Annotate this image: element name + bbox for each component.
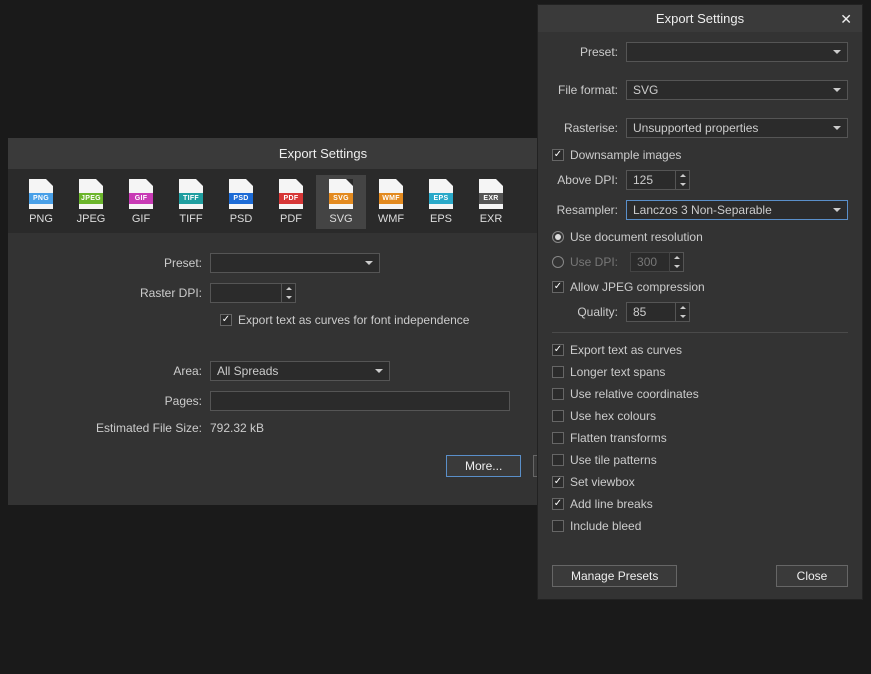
area-label: Area: [20,364,210,378]
format-label: TIFF [179,213,202,225]
format-label: EXR [480,213,503,225]
quality-label: Quality: [552,305,626,319]
format-label: PDF [280,213,302,225]
format-item-psd[interactable]: PSD PSD [216,175,266,229]
pages-label: Pages: [20,394,210,408]
above-dpi-input[interactable]: 125 [626,170,676,190]
pages-input[interactable] [210,391,510,411]
resampler-select[interactable]: Lanczos 3 Non-Separable [626,200,848,220]
set-viewbox-label: Set viewbox [570,475,635,489]
above-dpi-label: Above DPI: [552,173,626,187]
file-type-icon: SVG [329,179,353,209]
file-type-icon: PDF [279,179,303,209]
export-text-curves-label: Export text as curves [570,343,682,357]
divider [552,332,848,333]
format-label: JPEG [77,213,106,225]
allow-jpeg-label: Allow JPEG compression [570,280,705,294]
export-settings-advanced-dialog: Export Settings ✕ Preset: File format: S… [537,4,863,600]
file-type-icon: GIF [129,179,153,209]
format-item-gif[interactable]: GIF GIF [116,175,166,229]
raster-dpi-label: Raster DPI: [20,286,210,300]
preset-label: Preset: [552,45,626,59]
quality-input[interactable]: 85 [626,302,676,322]
flatten-transforms-label: Flatten transforms [570,431,667,445]
rasterise-label: Rasterise: [552,121,626,135]
longer-text-spans-checkbox[interactable] [552,366,564,378]
rasterise-value: Unsupported properties [633,121,758,135]
file-type-icon: JPEG [79,179,103,209]
format-label: PSD [230,213,253,225]
line-breaks-checkbox[interactable] [552,498,564,510]
area-select[interactable]: All Spreads [210,361,390,381]
file-type-icon: TIFF [179,179,203,209]
tile-patterns-label: Use tile patterns [570,453,657,467]
format-label: PNG [29,213,53,225]
relative-coords-label: Use relative coordinates [570,387,699,401]
include-bleed-label: Include bleed [570,519,641,533]
use-dpi-radio[interactable] [552,256,564,268]
hex-colours-checkbox[interactable] [552,410,564,422]
include-bleed-checkbox[interactable] [552,520,564,532]
preset-select[interactable] [626,42,848,62]
file-type-icon: PNG [29,179,53,209]
format-item-tiff[interactable]: TIFF TIFF [166,175,216,229]
use-dpi-stepper [670,252,684,272]
file-type-icon: PSD [229,179,253,209]
resampler-label: Resampler: [552,203,626,217]
above-dpi-value: 125 [633,173,653,187]
close-button[interactable]: Close [776,565,848,587]
file-type-icon: EXR [479,179,503,209]
export-text-curves-checkbox[interactable] [220,314,232,326]
format-label: SVG [329,213,352,225]
export-text-curves-label: Export text as curves for font independe… [238,313,469,327]
file-format-value: SVG [633,83,658,97]
use-document-resolution-radio[interactable] [552,231,564,243]
format-item-jpeg[interactable]: JPEG JPEG [66,175,116,229]
use-dpi-label: Use DPI: [570,255,618,269]
format-label: EPS [430,213,452,225]
tile-patterns-checkbox[interactable] [552,454,564,466]
dialog-title: Export Settings ✕ [538,5,862,32]
format-item-wmf[interactable]: WMF WMF [366,175,416,229]
set-viewbox-checkbox[interactable] [552,476,564,488]
format-item-pdf[interactable]: PDF PDF [266,175,316,229]
flatten-transforms-checkbox[interactable] [552,432,564,444]
format-item-png[interactable]: PNG PNG [16,175,66,229]
file-format-label: File format: [552,83,626,97]
file-type-icon: WMF [379,179,403,209]
format-label: WMF [378,213,404,225]
line-breaks-label: Add line breaks [570,497,653,511]
format-item-eps[interactable]: EPS EPS [416,175,466,229]
quality-value: 85 [633,305,646,319]
allow-jpeg-checkbox[interactable] [552,281,564,293]
quality-stepper[interactable] [676,302,690,322]
downsample-checkbox[interactable] [552,149,564,161]
estimated-filesize-label: Estimated File Size: [20,421,210,435]
resampler-value: Lanczos 3 Non-Separable [633,203,772,217]
manage-presets-button[interactable]: Manage Presets [552,565,677,587]
more-button[interactable]: More... [446,455,521,477]
format-item-svg[interactable]: SVG SVG [316,175,366,229]
hex-colours-label: Use hex colours [570,409,656,423]
format-item-exr[interactable]: EXR EXR [466,175,516,229]
format-label: GIF [132,213,150,225]
raster-dpi-stepper[interactable] [282,283,296,303]
downsample-label: Downsample images [570,148,681,162]
area-value: All Spreads [217,364,278,378]
longer-text-spans-label: Longer text spans [570,365,665,379]
file-format-select[interactable]: SVG [626,80,848,100]
preset-label: Preset: [20,256,210,270]
use-dpi-input: 300 [630,252,670,272]
close-icon[interactable]: ✕ [840,11,852,28]
export-text-curves-checkbox[interactable] [552,344,564,356]
file-type-icon: EPS [429,179,453,209]
use-document-resolution-label: Use document resolution [570,230,703,244]
use-dpi-value: 300 [637,255,657,269]
relative-coords-checkbox[interactable] [552,388,564,400]
estimated-filesize-value: 792.32 kB [210,421,264,435]
raster-dpi-input[interactable] [210,283,282,303]
preset-select[interactable] [210,253,380,273]
rasterise-select[interactable]: Unsupported properties [626,118,848,138]
above-dpi-stepper[interactable] [676,170,690,190]
